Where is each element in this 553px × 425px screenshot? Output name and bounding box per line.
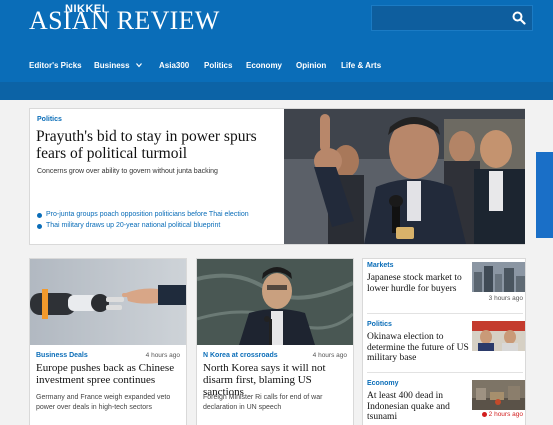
- list-item-category[interactable]: Economy: [367, 380, 399, 387]
- list-item-thumbnail: [472, 262, 525, 292]
- list-item[interactable]: Politics Okinawa election to determine t…: [363, 321, 525, 371]
- news-card[interactable]: N Korea at crossroads 4 hours ago North …: [196, 258, 354, 425]
- divider: [367, 372, 523, 373]
- header-band: [0, 82, 553, 100]
- nav-opinion[interactable]: Opinion: [296, 58, 326, 74]
- list-item-category[interactable]: Politics: [367, 321, 392, 328]
- related-link-text: Thai military draws up 20-year national …: [46, 222, 221, 229]
- related-link-text: Pro-junta groups poach opposition politi…: [46, 211, 249, 218]
- search-icon[interactable]: [512, 11, 526, 25]
- card-timestamp: 4 hours ago: [145, 352, 180, 359]
- logo-asian-review: ASIAN REVIEW: [29, 6, 220, 35]
- card-subhead: Foreign Minister Ri calls for end of war…: [203, 394, 323, 411]
- list-item-thumbnail: [472, 380, 525, 410]
- thumb-disaster-image: [472, 380, 525, 410]
- nav-politics[interactable]: Politics: [204, 58, 232, 74]
- nav-editors-picks[interactable]: Editor's Picks: [29, 58, 82, 74]
- card-category[interactable]: Business Deals: [36, 352, 88, 359]
- card-headline[interactable]: Europe pushes back as Chinese investment…: [36, 362, 186, 386]
- nav-economy[interactable]: Economy: [246, 58, 282, 74]
- card-photo: [197, 259, 353, 345]
- related-link[interactable]: Pro-junta groups poach opposition politi…: [37, 210, 282, 220]
- photo-robot-hand-image: [30, 259, 186, 345]
- live-dot-icon: [481, 411, 487, 417]
- list-item-headline[interactable]: Okinawa election to determine the future…: [367, 332, 471, 364]
- card-category[interactable]: N Korea at crossroads: [203, 352, 278, 359]
- card-photo: [30, 259, 186, 345]
- bullet-icon: [37, 224, 42, 229]
- bullet-icon: [37, 213, 42, 218]
- photo-politician-image: [284, 109, 525, 244]
- card-timestamp: 4 hours ago: [312, 352, 347, 359]
- top-story[interactable]: Politics Prayuth's bid to stay in power …: [29, 108, 525, 245]
- list-item-timestamp: 3 hours ago: [488, 295, 523, 302]
- thumb-cityscape-image: [472, 262, 525, 292]
- search-input[interactable]: [371, 5, 533, 31]
- related-links: Pro-junta groups poach opposition politi…: [37, 210, 282, 232]
- chevron-down-icon: [135, 63, 142, 68]
- list-item-timestamp: 2 hours ago: [488, 411, 523, 418]
- nav-life-arts[interactable]: Life & Arts: [341, 58, 381, 74]
- top-story-headline[interactable]: Prayuth's bid to stay in power spurs fea…: [36, 128, 281, 162]
- top-story-category[interactable]: Politics: [37, 116, 62, 123]
- list-item-headline[interactable]: Japanese stock market to lower hurdle fo…: [367, 273, 471, 294]
- latest-news-column: Markets Japanese stock market to lower h…: [362, 258, 526, 425]
- list-item[interactable]: Markets Japanese stock market to lower h…: [363, 262, 525, 312]
- news-card[interactable]: Business Deals 4 hours ago Europe pushes…: [29, 258, 187, 425]
- list-item-category[interactable]: Markets: [367, 262, 393, 269]
- carousel-next-peek[interactable]: [536, 152, 553, 238]
- breaking-timestamp: 2 hours ago: [481, 411, 523, 418]
- main-nav: Editor's Picks Business Asia300 Politics…: [0, 58, 553, 76]
- divider: [367, 313, 523, 314]
- top-story-subhead: Concerns grow over ability to govern wit…: [37, 168, 218, 175]
- list-item-thumbnail: [472, 321, 525, 351]
- related-link[interactable]: Thai military draws up 20-year national …: [37, 221, 282, 231]
- site-header: NIKKEI ASIAN REVIEW Editor's Picks Busin…: [0, 0, 553, 82]
- list-item[interactable]: Economy At least 400 dead in Indonesian …: [363, 380, 525, 425]
- nav-business-label: Business: [94, 61, 130, 70]
- top-story-photo[interactable]: [284, 109, 525, 244]
- nav-asia300[interactable]: Asia300: [159, 58, 189, 74]
- card-subhead: Germany and France weigh expanded veto p…: [36, 394, 171, 411]
- list-item-headline[interactable]: At least 400 dead in Indonesian quake an…: [367, 391, 471, 423]
- nav-business[interactable]: Business: [94, 58, 142, 74]
- photo-minister-speech-image: [197, 259, 353, 345]
- thumb-election-image: [472, 321, 525, 351]
